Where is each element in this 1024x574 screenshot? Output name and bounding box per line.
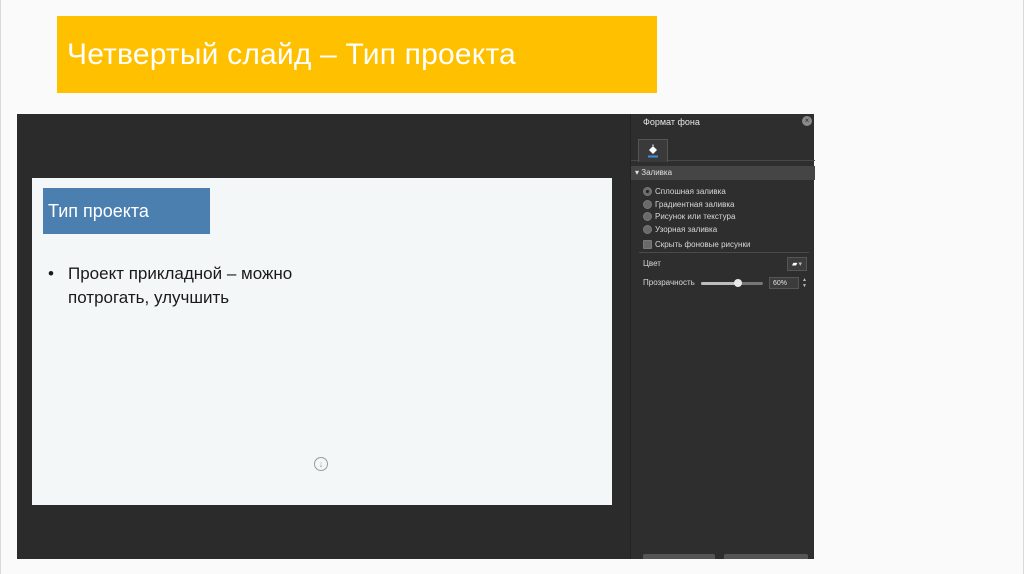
- fill-section-label: Заливка: [641, 168, 673, 177]
- slide-title-box[interactable]: Тип проекта: [43, 188, 210, 234]
- slide-title: Тип проекта: [48, 200, 149, 221]
- chevron-down-icon: ▾: [798, 261, 802, 268]
- panel-action-button[interactable]: [643, 554, 715, 559]
- page-title-banner: Четвертый слайд – Тип проекта: [57, 16, 657, 93]
- close-icon[interactable]: ×: [802, 116, 812, 126]
- hide-background-checkbox[interactable]: Скрыть фоновые рисунки: [643, 239, 750, 250]
- radio-icon: [643, 212, 652, 221]
- radio-label: Рисунок или текстура: [655, 212, 736, 221]
- radio-label: Узорная заливка: [655, 225, 718, 234]
- slide-insert-icon[interactable]: ↓: [314, 457, 328, 471]
- panel-tab-row: [631, 136, 815, 162]
- fill-section-header[interactable]: ▾ Заливка: [631, 166, 815, 180]
- color-picker-button[interactable]: ▰ ▾: [787, 257, 807, 271]
- transparency-input[interactable]: 60%: [769, 277, 799, 289]
- format-background-panel: Формат фона × ▾ Заливка Сплошная заливка…: [630, 114, 815, 559]
- radio-solid-fill[interactable]: Сплошная заливка: [643, 186, 726, 197]
- divider: [639, 252, 809, 253]
- panel-title: Формат фона: [643, 117, 700, 127]
- color-label: Цвет: [643, 259, 661, 268]
- transparency-stepper[interactable]: ▲ ▼: [801, 277, 808, 289]
- radio-label: Градиентная заливка: [655, 200, 735, 209]
- page-title: Четвертый слайд – Тип проекта: [67, 37, 516, 71]
- slider-thumb[interactable]: [734, 279, 742, 287]
- transparency-slider[interactable]: [701, 279, 763, 287]
- radio-label: Сплошная заливка: [655, 187, 726, 196]
- radio-icon: [643, 225, 652, 234]
- paint-bucket-icon: [648, 144, 658, 158]
- checkbox-label: Скрыть фоновые рисунки: [655, 240, 751, 249]
- radio-gradient-fill[interactable]: Градиентная заливка: [643, 199, 735, 210]
- transparency-label: Прозрачность: [643, 278, 695, 287]
- chevron-down-icon: ▾: [635, 168, 640, 177]
- radio-icon: [643, 200, 652, 209]
- fill-tab[interactable]: [638, 139, 668, 162]
- slider-fill: [701, 282, 738, 285]
- radio-icon: [643, 187, 652, 196]
- panel-action-button[interactable]: [724, 554, 808, 559]
- paint-bucket-icon: ▰: [792, 261, 798, 268]
- bullet-text: Проект прикладной – можно потрогать, улу…: [68, 264, 293, 307]
- radio-pattern-fill[interactable]: Узорная заливка: [643, 224, 717, 235]
- checkbox-icon: [643, 240, 652, 249]
- radio-picture-fill[interactable]: Рисунок или текстура: [643, 211, 735, 222]
- bullet-symbol: •: [48, 264, 54, 283]
- slide-bullet[interactable]: • Проект прикладной – можно потрогать, у…: [48, 262, 368, 310]
